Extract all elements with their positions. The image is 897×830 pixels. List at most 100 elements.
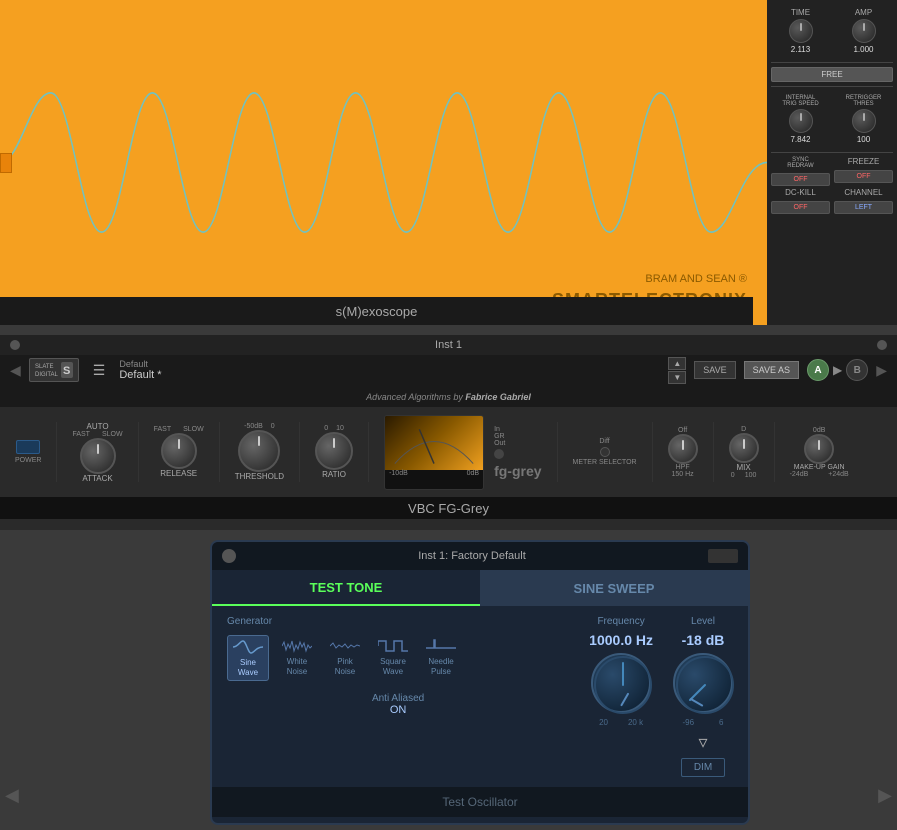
save-button[interactable]: SAVE xyxy=(694,361,735,379)
sep-1 xyxy=(56,422,57,482)
dim-button[interactable]: DIM xyxy=(681,758,725,777)
test-osc-footer: Test Oscillator xyxy=(212,787,748,817)
hpf-knob[interactable] xyxy=(668,434,698,464)
power-button[interactable] xyxy=(16,440,40,454)
mix-knob[interactable] xyxy=(729,433,759,463)
preset-up-button[interactable]: ▲ xyxy=(668,357,686,370)
time-knob[interactable] xyxy=(789,19,813,43)
ratio-label: RATIO xyxy=(322,470,346,479)
white-noise-label: WhiteNoise xyxy=(287,657,307,676)
oscilloscope-titlebar: s(M)exoscope xyxy=(0,297,753,325)
preset-down-button[interactable]: ▼ xyxy=(668,371,686,384)
vu-indicator xyxy=(494,449,504,459)
sync-redraw-group: SYNCREDRAW OFF xyxy=(771,157,830,186)
preset-section: Default Default * xyxy=(119,359,660,381)
attack-slow-label: SLOW xyxy=(102,431,123,438)
time-label: TIME xyxy=(791,8,810,17)
makeup-db-top: 0dB xyxy=(813,427,825,434)
square-wave-item[interactable]: SquareWave xyxy=(373,635,413,681)
sine-wave-label: SineWave xyxy=(238,658,258,677)
vbc-left-nav[interactable]: ◀ xyxy=(5,785,19,806)
generator-label: Generator xyxy=(227,616,569,627)
attack-inner: FAST SLOW ATTACK xyxy=(72,431,122,483)
level-low: -96 xyxy=(682,718,694,727)
freeze-button[interactable]: OFF xyxy=(834,170,893,183)
tab-sine-sweep[interactable]: SINE SWEEP xyxy=(480,570,748,606)
dc-kill-button[interactable]: OFF xyxy=(771,201,830,214)
threshold-label: THRESHOLD xyxy=(235,472,284,481)
white-noise-icon xyxy=(282,638,312,654)
attack-fast-label: FAST xyxy=(72,431,90,438)
ab-a-button[interactable]: A xyxy=(807,359,829,381)
tab-test-tone[interactable]: TEST TONE xyxy=(212,570,480,606)
needle-pulse-label: NeedlePulse xyxy=(428,657,453,676)
sep-6 xyxy=(557,422,558,482)
osc-screen: BRAM AND SEAN ® SMARTELECTRONIX xyxy=(0,0,767,325)
freq-low: 20 xyxy=(599,718,608,727)
release-inner: FAST SLOW RELEASE xyxy=(154,426,204,478)
svg-text:SLATE: SLATE xyxy=(35,364,54,370)
ab-arrow[interactable]: ▶ xyxy=(833,363,842,377)
hamburger-button[interactable]: ☰ xyxy=(87,360,112,381)
hpf-label: HPF xyxy=(676,464,690,471)
anti-aliased-label: Anti Aliased xyxy=(227,693,569,704)
free-button[interactable]: FREE xyxy=(771,67,893,82)
nav-dot-right xyxy=(877,340,887,350)
osc-time-amp-row: TIME 2.113 AMP 1.000 xyxy=(771,4,893,58)
out-label: Out xyxy=(494,440,505,447)
trig-knob[interactable] xyxy=(789,109,813,133)
test-osc-close[interactable] xyxy=(222,549,236,563)
sep-5 xyxy=(368,422,369,482)
pink-noise-icon xyxy=(330,638,360,654)
white-noise-item[interactable]: WhiteNoise xyxy=(277,635,317,681)
vu-light xyxy=(494,449,504,461)
pink-noise-item[interactable]: PinkNoise xyxy=(325,635,365,681)
vbc-header: ◀ SLATE DIGITAL S ☰ Default Default * ▲ … xyxy=(0,355,897,385)
osc-divider-2 xyxy=(771,86,893,87)
vbc-nav-left[interactable]: ◀ xyxy=(10,362,21,379)
retrig-knob[interactable] xyxy=(852,109,876,133)
release-knob[interactable] xyxy=(161,433,197,469)
release-fast-slow: FAST SLOW xyxy=(154,426,204,433)
ratio-knob[interactable] xyxy=(315,432,353,470)
ab-b-button[interactable]: B xyxy=(846,359,868,381)
oscilloscope-panel: BRAM AND SEAN ® SMARTELECTRONIX TIME 2.1… xyxy=(0,0,897,325)
attack-knob[interactable] xyxy=(80,438,116,474)
sine-wave-icon xyxy=(233,639,263,655)
anti-aliased-value[interactable]: ON xyxy=(227,704,569,716)
threshold-scale-high: 0 xyxy=(271,423,275,430)
level-knob[interactable] xyxy=(673,653,733,713)
in-label: In xyxy=(494,426,505,433)
osc-divider-1 xyxy=(771,62,893,63)
frequency-range: 20 20 k xyxy=(599,718,643,727)
attack-knob-wrap: FAST SLOW ATTACK xyxy=(72,431,122,483)
release-fast-label: FAST xyxy=(154,426,172,433)
sync-redraw-button[interactable]: OFF xyxy=(771,173,830,186)
gr-label: GR xyxy=(494,433,505,440)
vbc-nav-right[interactable]: ▶ xyxy=(876,362,887,379)
osc-handle[interactable] xyxy=(0,153,12,173)
square-wave-label: SquareWave xyxy=(380,657,406,676)
free-btn-wrap: FREE xyxy=(771,67,893,82)
save-as-button[interactable]: SAVE AS xyxy=(744,361,799,379)
waveform-list: SineWave WhiteNoise PinkNoise xyxy=(227,635,569,681)
vu-high: 0dB xyxy=(467,470,479,477)
level-section: Level -18 dB -96 6 ▿ DIM xyxy=(673,616,733,777)
amp-knob[interactable] xyxy=(852,19,876,43)
attack-label: ATTACK xyxy=(82,474,112,483)
makeup-scale: -24dB +24dB xyxy=(790,471,849,478)
channel-button[interactable]: LEFT xyxy=(834,201,893,214)
vbc-right-nav[interactable]: ▶ xyxy=(878,785,892,806)
makeup-knob[interactable] xyxy=(804,434,834,464)
vbc-title-bar: VBC FG-Grey xyxy=(0,497,897,519)
needle-pulse-item[interactable]: NeedlePulse xyxy=(421,635,461,681)
frequency-knob[interactable] xyxy=(591,653,651,713)
osc-trig-group: INTERNALTRIG SPEED 7.842 xyxy=(771,91,830,148)
time-value: 2.113 xyxy=(791,45,810,54)
retrig-value: 100 xyxy=(857,135,870,144)
threshold-knob[interactable] xyxy=(238,430,280,472)
level-high: 6 xyxy=(719,718,723,727)
vbc-panel: ◀ SLATE DIGITAL S ☰ Default Default * ▲ … xyxy=(0,355,897,530)
sine-wave-item[interactable]: SineWave xyxy=(227,635,269,681)
meter-selector-knob[interactable] xyxy=(600,447,610,457)
